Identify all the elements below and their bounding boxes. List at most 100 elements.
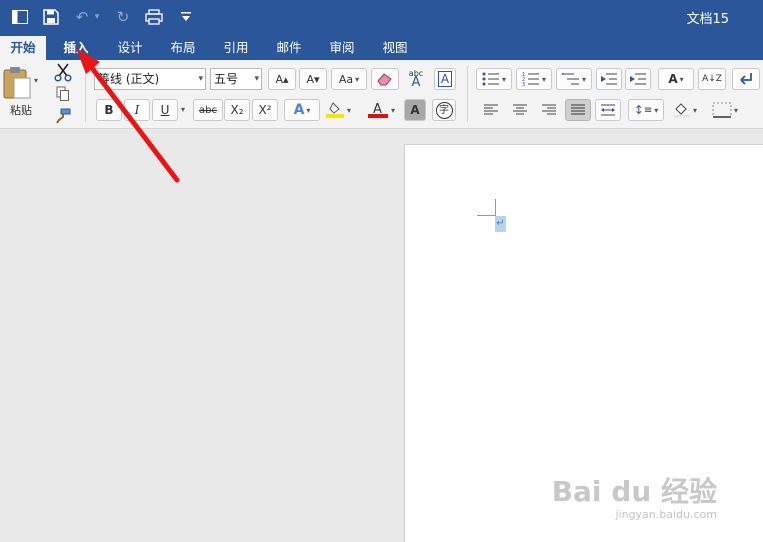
- multilevel-list-button[interactable]: ▾: [556, 68, 592, 90]
- justify-icon: [571, 104, 585, 115]
- character-shading-button[interactable]: A: [404, 99, 426, 121]
- customize-toolbar-icon[interactable]: [176, 7, 196, 27]
- shading-button[interactable]: ▾: [668, 99, 702, 121]
- paste-label: 粘贴: [10, 104, 32, 117]
- undo-icon[interactable]: ↶: [72, 7, 92, 27]
- change-case-icon: Aa: [338, 72, 354, 86]
- enclose-characters-button[interactable]: 字: [432, 99, 456, 121]
- bullets-button[interactable]: ▾: [476, 68, 512, 90]
- print-icon[interactable]: [144, 7, 164, 27]
- multilevel-list-icon: [561, 73, 579, 85]
- bold-button[interactable]: B: [96, 99, 122, 121]
- chevron-down-icon: ▾: [198, 74, 203, 84]
- chevron-down-icon: ▾: [654, 105, 659, 115]
- eraser-icon: [377, 73, 392, 86]
- align-left-icon: [484, 104, 498, 115]
- tab-layout[interactable]: 布局: [160, 36, 206, 60]
- text-effects-icon: A: [293, 102, 305, 118]
- font-color-icon: A: [367, 102, 388, 118]
- borders-icon: [712, 102, 732, 118]
- chevron-down-icon: ▾: [541, 74, 546, 84]
- shrink-font-icon: A▾: [306, 72, 320, 86]
- chevron-down-icon: ▾: [733, 105, 738, 115]
- underline-button[interactable]: U: [152, 99, 178, 121]
- sidebar-icon[interactable]: [10, 7, 30, 27]
- tab-view[interactable]: 视图: [372, 36, 418, 60]
- watermark-logo: Bai du 经验: [551, 475, 717, 508]
- tab-insert[interactable]: 插入: [53, 36, 99, 60]
- chevron-down-icon: ▾: [581, 74, 586, 84]
- tab-review[interactable]: 审阅: [319, 36, 365, 60]
- chinese-layout-button[interactable]: A ▾: [658, 68, 694, 90]
- svg-text:3: 3: [522, 82, 525, 86]
- chevron-down-icon: ▾: [355, 74, 360, 84]
- save-icon[interactable]: [41, 7, 61, 27]
- undo-dropdown-icon[interactable]: ▾: [92, 7, 102, 27]
- font-size-combo[interactable]: 五号 ▾: [210, 68, 262, 90]
- font-name-value: 等线 (正文): [98, 72, 160, 86]
- copy-icon[interactable]: [56, 86, 70, 102]
- font-name-combo[interactable]: 等线 (正文) ▾: [94, 68, 206, 90]
- cut-icon[interactable]: [54, 62, 72, 82]
- superscript-button[interactable]: X²: [252, 99, 278, 121]
- shrink-font-button[interactable]: A▾: [299, 68, 327, 90]
- redo-icon[interactable]: ↻: [113, 7, 133, 27]
- change-case-button[interactable]: Aa ▾: [331, 68, 367, 90]
- chevron-down-icon: ▾: [679, 74, 684, 84]
- group-divider: [85, 66, 86, 122]
- show-marks-button[interactable]: [732, 68, 760, 90]
- paste-dropdown-icon[interactable]: ▾: [34, 76, 38, 85]
- tab-references[interactable]: 引用: [213, 36, 259, 60]
- borders-button[interactable]: ▾: [706, 99, 744, 121]
- chevron-down-icon: ▾: [306, 105, 311, 115]
- underline-dropdown-icon[interactable]: ▾: [181, 105, 185, 114]
- decrease-indent-button[interactable]: [596, 68, 622, 90]
- align-right-button[interactable]: [536, 99, 562, 121]
- format-painter-icon[interactable]: [55, 108, 71, 124]
- numbering-button[interactable]: 1 2 3 ▾: [516, 68, 552, 90]
- align-center-button[interactable]: [507, 99, 533, 121]
- increase-indent-button[interactable]: [625, 68, 651, 90]
- character-shading-icon: A: [410, 103, 420, 117]
- tab-home[interactable]: 开始: [0, 36, 46, 60]
- decrease-indent-icon: [601, 73, 617, 85]
- document-title: 文档15: [686, 12, 729, 27]
- align-left-button[interactable]: [478, 99, 504, 121]
- font-color-button[interactable]: A ▾: [362, 99, 400, 121]
- sort-button[interactable]: A↓Z: [698, 68, 726, 90]
- tab-mailings[interactable]: 邮件: [266, 36, 312, 60]
- text-effects-button[interactable]: A ▾: [284, 99, 320, 121]
- grow-font-icon: A▴: [275, 72, 289, 86]
- chinese-layout-icon: A: [668, 72, 678, 86]
- strikethrough-button[interactable]: abc: [193, 99, 223, 121]
- chevron-down-icon: ▾: [692, 105, 697, 115]
- line-spacing-button[interactable]: ↕ ≡ ▾: [628, 99, 664, 121]
- tab-design[interactable]: 设计: [107, 36, 153, 60]
- clear-formatting-button[interactable]: [371, 68, 399, 90]
- highlight-button[interactable]: ▾: [322, 99, 354, 121]
- paste-button[interactable]: [2, 66, 32, 102]
- align-center-icon: [513, 104, 527, 115]
- chevron-down-icon: ▾: [346, 105, 351, 115]
- grow-font-button[interactable]: A▴: [268, 68, 296, 90]
- subscript-button[interactable]: X₂: [224, 99, 250, 121]
- justify-button[interactable]: [565, 99, 591, 121]
- character-border-button[interactable]: A: [434, 68, 456, 90]
- ribbon-home: ▾ 粘贴 粘贴 等线 (正文) ▾ 五号 ▾ A▴ A▾ Aa▾ abc A A…: [0, 60, 763, 168]
- chevron-down-icon: ▾: [254, 74, 259, 84]
- numbering-icon: 123: [522, 72, 539, 86]
- enclose-characters-icon: 字: [435, 101, 453, 119]
- chevron-down-icon: ▾: [501, 74, 506, 84]
- line-spacing-icon: ↕: [633, 103, 644, 117]
- ribbon-tabs: 开始 插入 设计 布局 引用 邮件 审阅 视图: [0, 36, 763, 60]
- distributed-button[interactable]: [595, 99, 621, 121]
- character-border-icon: A: [437, 71, 453, 87]
- italic-button[interactable]: I: [124, 99, 150, 121]
- watermark-url: jingyan.baidu.com: [615, 508, 717, 521]
- bullets-icon: [482, 72, 499, 86]
- line-spacing-lines: ≡: [643, 104, 653, 116]
- paragraph-mark-icon: [740, 73, 752, 85]
- phonetic-guide-button[interactable]: abc A: [402, 67, 430, 89]
- font-size-value: 五号: [214, 72, 239, 86]
- increase-indent-icon: [630, 73, 646, 85]
